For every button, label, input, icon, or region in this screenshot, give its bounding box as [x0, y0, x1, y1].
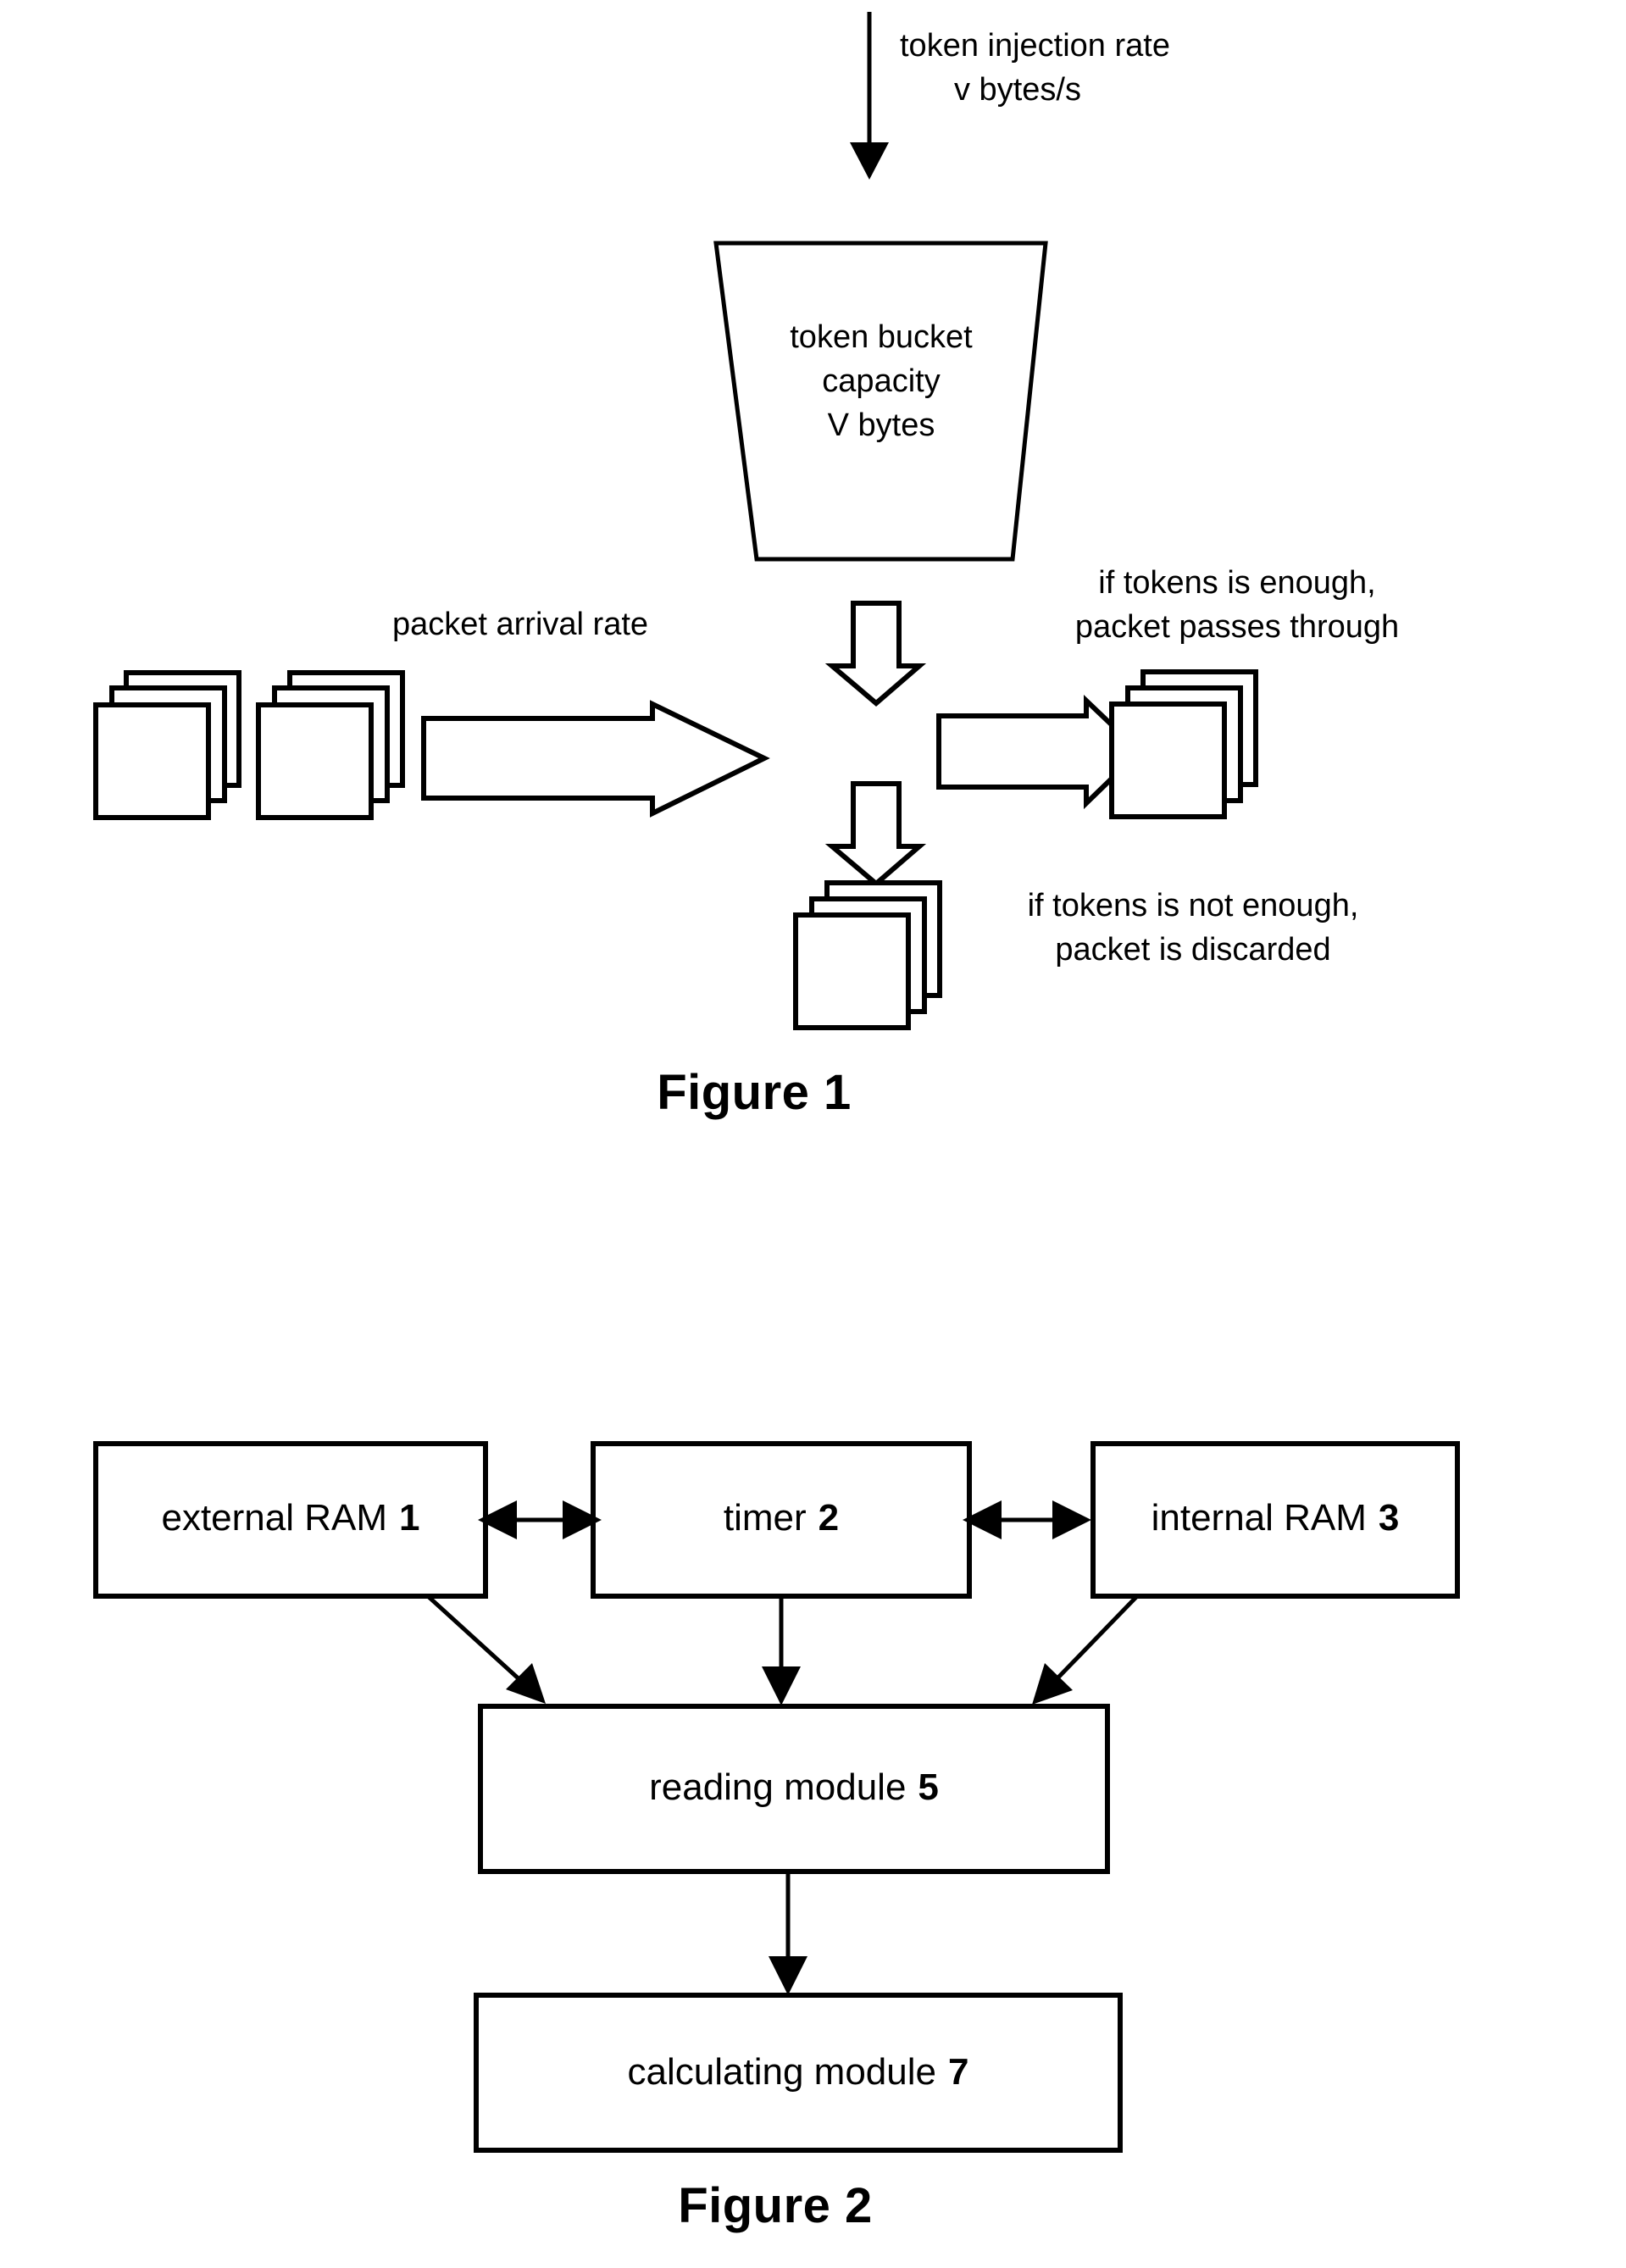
token-injection-label-line2: v bytes/s: [954, 72, 1081, 108]
box-timer-text: timer: [723, 1497, 807, 1539]
packet-discard-label: if tokens is not enough, packet is disca…: [956, 884, 1430, 972]
packet-stack-arriving-1: [93, 670, 241, 820]
box-internal-ram-ref: 3: [1378, 1497, 1400, 1539]
packet-pass-label-line2: packet passes through: [1074, 609, 1400, 645]
packet-discard-label-line1: if tokens is not enough,: [1027, 888, 1359, 923]
box-external-ram-ref: 1: [399, 1497, 420, 1539]
box-internal-ram-text: internal RAM: [1151, 1497, 1367, 1539]
box-external-ram-label: external RAM 1: [96, 1494, 486, 1542]
packet-pass-label-line1: if tokens is enough,: [1098, 565, 1376, 601]
packet-arrival-arrow: [421, 700, 770, 818]
box-calculating-module-ref: 7: [947, 2051, 969, 2093]
link-external-ram-timer: [478, 1500, 602, 1539]
token-flow-down-arrow: [824, 601, 927, 707]
figure-2-caption: Figure 2: [678, 2178, 873, 2233]
packet-stack-passed: [1109, 669, 1258, 819]
token-injection-arrow: [850, 12, 889, 180]
packet-stack-discarded: [793, 880, 942, 1030]
box-calculating-module-label: calculating module 7: [476, 2049, 1120, 2096]
link-timer-internal-ram: [963, 1500, 1091, 1539]
box-calculating-module-text: calculating module: [627, 2051, 936, 2093]
token-bucket-label-line1: token bucket: [790, 319, 973, 355]
packet-discard-label-line2: packet is discarded: [1055, 932, 1331, 968]
packet-arrival-rate-label: packet arrival rate: [392, 607, 649, 642]
link-timer-reading: [762, 1596, 801, 1705]
token-bucket-label: token bucket capacity V bytes: [716, 315, 1046, 447]
box-timer-label: timer 2: [593, 1494, 969, 1542]
box-reading-module-ref: 5: [918, 1766, 939, 1808]
packet-pass-label: if tokens is enough, packet passes throu…: [1017, 561, 1457, 649]
token-bucket-label-line2: capacity: [822, 363, 941, 399]
token-injection-label-line1: token injection rate: [900, 28, 1170, 64]
token-injection-label: token injection rate v bytes/s: [900, 24, 1374, 112]
packet-stack-arriving-2: [256, 670, 405, 820]
link-external-ram-reading: [426, 1594, 546, 1704]
figure-sheet-page: token injection rate v bytes/s token buc…: [0, 0, 1626, 2268]
packet-discard-arrow: [824, 781, 927, 887]
box-timer-ref: 2: [818, 1497, 840, 1539]
figure-1-caption: Figure 1: [657, 1065, 852, 1120]
box-reading-module-label: reading module 5: [480, 1764, 1107, 1811]
box-external-ram-text: external RAM: [161, 1497, 388, 1539]
link-reading-calculating: [769, 1872, 807, 1995]
box-reading-module-text: reading module: [649, 1766, 907, 1808]
link-internal-ram-reading: [1032, 1594, 1139, 1705]
token-bucket-label-line3: V bytes: [827, 408, 935, 443]
box-internal-ram-label: internal RAM 3: [1093, 1494, 1457, 1542]
